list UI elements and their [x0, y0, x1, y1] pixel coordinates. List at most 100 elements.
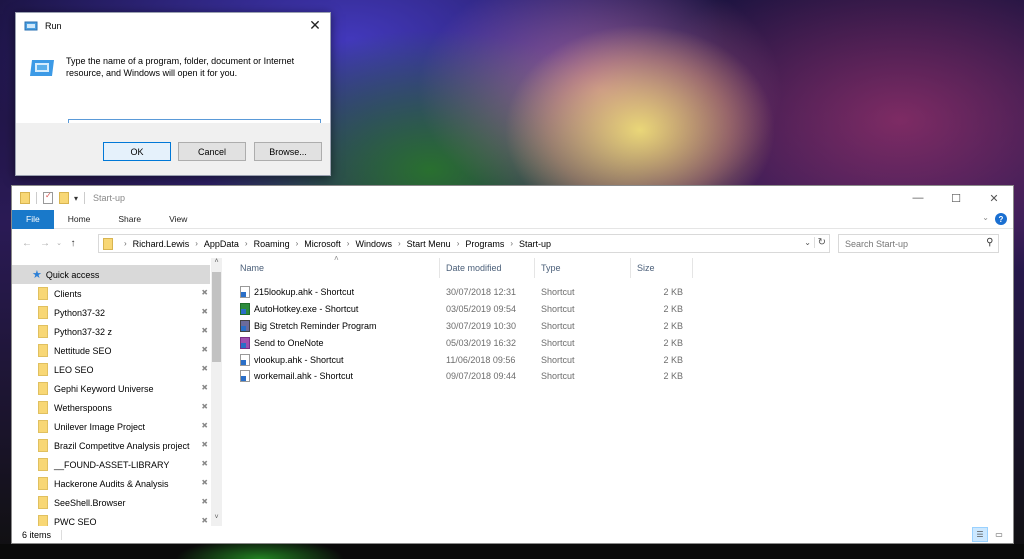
column-header-date-modified[interactable]: Date modified	[440, 258, 535, 278]
file-row[interactable]: workemail.ahk - Shortcut 09/07/2018 09:44…	[234, 368, 1004, 385]
scroll-up-icon[interactable]: ˄	[211, 258, 222, 270]
sidebar-item-folder[interactable]: Brazil Competitve Analysis project ✚	[12, 436, 210, 455]
sidebar-item-label: Nettitude SEO	[54, 345, 112, 356]
breadcrumb-item[interactable]: Microsoft	[304, 239, 341, 249]
breadcrumb-item[interactable]: Richard.Lewis	[133, 239, 190, 249]
folder-icon	[38, 382, 48, 395]
up-arrow-icon[interactable]: ↑	[64, 238, 82, 249]
back-arrow-icon[interactable]: ←	[18, 238, 36, 249]
chevron-right-icon[interactable]: ›	[124, 239, 127, 248]
sidebar-item-label: Quick access	[45, 269, 100, 280]
sidebar-item-folder[interactable]: Clients ✚	[12, 284, 210, 303]
minimize-button[interactable]: —	[899, 186, 937, 210]
sidebar-item-quick-access[interactable]: ★ Quick access	[12, 265, 210, 284]
search-input[interactable]: Search Start-up ⚲	[838, 234, 999, 253]
pin-icon[interactable]: ✚	[199, 401, 210, 412]
folder-icon	[38, 401, 48, 414]
breadcrumb-item[interactable]: Start Menu	[407, 239, 451, 249]
breadcrumb-item[interactable]: Start-up	[519, 239, 551, 249]
chevron-right-icon[interactable]: ›	[457, 239, 460, 248]
help-icon[interactable]: ?	[995, 213, 1007, 225]
sidebar-item-label: SeeShell.Browser	[54, 497, 126, 508]
folder-icon	[38, 306, 48, 319]
recent-locations-icon[interactable]: ⌄	[54, 239, 64, 247]
new-folder-icon[interactable]	[59, 192, 69, 204]
large-icons-view-icon[interactable]: ▭	[991, 527, 1007, 542]
pin-icon[interactable]: ✚	[199, 439, 210, 450]
folder-icon	[38, 515, 48, 526]
sidebar-item-folder[interactable]: Python37-32 ✚	[12, 303, 210, 322]
scrollbar-thumb[interactable]	[212, 272, 221, 362]
pin-icon[interactable]: ✚	[199, 496, 210, 507]
browse-button[interactable]: Browse...	[254, 142, 322, 161]
chevron-right-icon[interactable]: ›	[245, 239, 248, 248]
file-row[interactable]: vlookup.ahk - Shortcut 11/06/2018 09:56 Sh…	[234, 351, 1004, 368]
folder-icon	[38, 287, 48, 300]
column-header-size[interactable]: Size	[631, 258, 693, 278]
forward-arrow-icon[interactable]: →	[36, 238, 54, 249]
close-icon[interactable]: ✕	[306, 16, 324, 34]
pin-icon[interactable]: ✚	[199, 477, 210, 488]
folder-icon	[38, 458, 48, 471]
sidebar-item-folder[interactable]: SeeShell.Browser ✚	[12, 493, 210, 512]
sidebar-item-folder[interactable]: Wetherspoons ✚	[12, 398, 210, 417]
details-view-icon[interactable]: ☰	[972, 527, 988, 542]
explorer-titlebar[interactable]: ▾ Start-up — ☐ ✕	[12, 186, 1013, 210]
chevron-right-icon[interactable]: ›	[195, 239, 198, 248]
search-placeholder: Search Start-up	[845, 238, 909, 249]
file-row[interactable]: Send to OneNote 05/03/2019 16:32 Shortcut 2…	[234, 334, 1004, 351]
pin-icon[interactable]: ✚	[199, 382, 210, 393]
properties-icon[interactable]	[43, 191, 53, 204]
pin-icon[interactable]: ✚	[199, 287, 210, 298]
customize-quick-access-icon[interactable]: ▾	[74, 194, 78, 203]
sort-ascending-icon: ˄	[334, 254, 339, 263]
tab-home[interactable]: Home	[54, 210, 105, 229]
ok-button[interactable]: OK	[103, 142, 171, 161]
address-history-dropdown-icon[interactable]: ⌄	[804, 238, 811, 247]
pin-icon[interactable]: ✚	[199, 420, 210, 431]
breadcrumb-item[interactable]: Roaming	[254, 239, 290, 249]
sidebar-item-folder[interactable]: PWC SEO ✚	[12, 512, 210, 526]
pin-icon[interactable]: ✚	[199, 325, 210, 336]
chevron-right-icon[interactable]: ›	[510, 239, 513, 248]
sidebar-item-folder[interactable]: LEO SEO ✚	[12, 360, 210, 379]
breadcrumb-item[interactable]: AppData	[204, 239, 239, 249]
expand-ribbon-icon[interactable]: ⌄	[982, 213, 989, 222]
sidebar-item-folder[interactable]: __FOUND-ASSET-LIBRARY ✚	[12, 455, 210, 474]
pin-icon[interactable]: ✚	[199, 344, 210, 355]
run-titlebar[interactable]: Run ✕	[16, 13, 330, 39]
maximize-button[interactable]: ☐	[937, 186, 975, 210]
pin-icon[interactable]: ✚	[199, 363, 210, 374]
sidebar-item-folder[interactable]: Python37-32 z ✚	[12, 322, 210, 341]
refresh-icon[interactable]: ↻	[813, 237, 826, 248]
pin-icon[interactable]: ✚	[199, 306, 210, 317]
sidebar-item-label: __FOUND-ASSET-LIBRARY	[54, 459, 170, 470]
pin-icon[interactable]: ✚	[199, 458, 210, 469]
navigation-pane-scrollbar[interactable]: ˄ ˅	[211, 258, 222, 526]
breadcrumb-item[interactable]: Programs	[465, 239, 504, 249]
file-row[interactable]: Big Stretch Reminder Program 30/07/2019 1…	[234, 318, 1004, 335]
chevron-right-icon[interactable]: ›	[398, 239, 401, 248]
file-type: Shortcut	[541, 354, 575, 365]
sidebar-item-folder[interactable]: Nettitude SEO ✚	[12, 341, 210, 360]
pin-icon[interactable]: ✚	[199, 515, 210, 526]
sidebar-item-folder[interactable]: Gephi Keyword Universe ✚	[12, 379, 210, 398]
chevron-right-icon[interactable]: ›	[296, 239, 299, 248]
close-button[interactable]: ✕	[975, 186, 1013, 210]
address-bar[interactable]: › Richard.Lewis › AppData › Roaming › Micros…	[98, 234, 830, 253]
sidebar-item-folder[interactable]: Unilever Image Project ✚	[12, 417, 210, 436]
column-header-type[interactable]: Type	[535, 258, 631, 278]
reminder-app-icon	[240, 319, 250, 332]
file-row[interactable]: AutoHotkey.exe - Shortcut 03/05/2019 09:5…	[234, 301, 1004, 318]
tab-share[interactable]: Share	[104, 210, 155, 229]
search-icon[interactable]: ⚲	[986, 237, 993, 248]
tab-file[interactable]: File	[12, 209, 54, 229]
breadcrumb-item[interactable]: Windows	[355, 239, 392, 249]
file-row[interactable]: 215lookup.ahk - Shortcut 30/07/2018 12:31…	[234, 284, 1004, 301]
sidebar-item-folder[interactable]: Hackerone Audits & Analysis ✚	[12, 474, 210, 493]
scroll-down-icon[interactable]: ˅	[211, 514, 222, 526]
chevron-right-icon[interactable]: ›	[347, 239, 350, 248]
cancel-button[interactable]: Cancel	[178, 142, 246, 161]
sidebar-item-label: Brazil Competitve Analysis project	[54, 440, 190, 451]
tab-view[interactable]: View	[155, 210, 201, 229]
